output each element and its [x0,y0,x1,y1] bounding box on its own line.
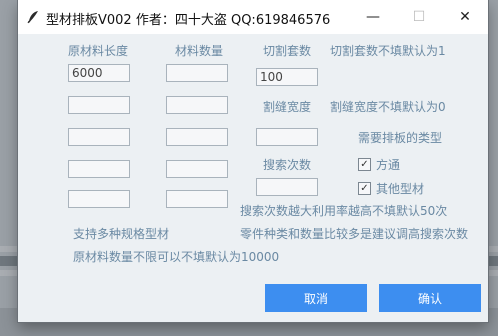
form-panel: 原材料长度 材料数量 切割套数 切割套数不填默认为1 6000 100 割缝宽度… [18,34,488,322]
confirm-button[interactable]: 确认 [379,284,481,312]
multi-spec-note: 支持多种规格型材 [73,227,170,241]
app-window: 型材排板V002 作者：四十大盗 QQ:619846576 — ☐ ✕ 原材料长… [18,0,488,322]
layout-type-label: 需要排板的类型 [358,131,443,145]
other-profile-checkbox[interactable]: ✓ 其他型材 [358,180,424,197]
minimize-button[interactable]: — [350,0,396,34]
checkbox-check-icon: ✓ [358,182,371,195]
title-bar[interactable]: 型材排板V002 作者：四十大盗 QQ:619846576 — ☐ ✕ [18,0,488,34]
parts-hint: 零件种类和数量比较多是建议调高搜索次数 [240,227,469,241]
raw-length-input[interactable] [68,190,130,208]
raw-length-input[interactable] [68,96,130,114]
kerf-hint: 割缝宽度不填默认为0 [330,100,446,114]
raw-length-input[interactable] [68,128,130,146]
cut-sets-input[interactable]: 100 [256,68,318,86]
square-tube-label: 方通 [376,158,401,172]
kerf-label: 割缝宽度 [263,100,312,114]
raw-length-input[interactable]: 6000 [68,64,130,82]
raw-qty-hint: 原材料数量不限可以不填默认为10000 [73,250,280,264]
search-hint: 搜索次数越大利用率越高不填默认50次 [240,204,448,218]
maximize-button[interactable]: ☐ [396,0,442,34]
raw-qty-input[interactable] [166,190,228,208]
raw-qty-input[interactable] [166,160,228,178]
kerf-input[interactable] [256,128,318,146]
raw-qty-input[interactable] [166,96,228,114]
other-profile-label: 其他型材 [376,182,425,196]
close-button[interactable]: ✕ [442,0,488,34]
raw-qty-input[interactable] [166,64,228,82]
square-tube-checkbox[interactable]: ✓ 方通 [358,156,400,173]
cut-sets-hint: 切割套数不填默认为1 [330,44,446,58]
raw-length-input[interactable] [68,160,130,178]
raw-length-label: 原材料长度 [68,44,129,58]
raw-qty-label: 材料数量 [175,44,224,58]
window-title: 型材排板V002 作者：四十大盗 QQ:619846576 [46,13,331,28]
search-count-input[interactable] [256,178,318,196]
cancel-button[interactable]: 取消 [265,284,367,312]
raw-qty-input[interactable] [166,128,228,146]
feather-pen-icon [27,11,38,24]
cut-sets-label: 切割套数 [263,44,312,58]
checkbox-check-icon: ✓ [358,158,371,171]
search-count-label: 搜索次数 [263,158,312,172]
